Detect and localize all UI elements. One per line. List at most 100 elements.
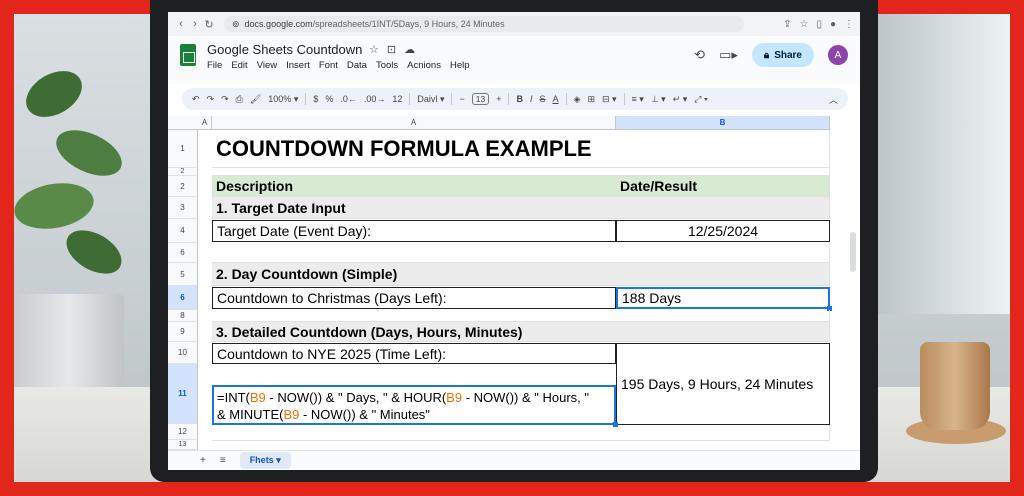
column-header-b[interactable]: B [616, 116, 830, 130]
increase-decimal-icon[interactable]: .00→ [364, 94, 386, 104]
font-size-label[interactable]: 12 [392, 94, 402, 104]
menu-format[interactable]: Font [319, 60, 338, 71]
paint-format-icon[interactable]: 🖌︎ [250, 94, 261, 105]
sheet-tab-label: Fhets [249, 455, 274, 465]
row-header[interactable]: 8 [168, 310, 198, 322]
redo-alt-icon[interactable]: ↷ [221, 94, 229, 105]
row-header[interactable]: 6 [168, 243, 198, 263]
currency-format-button[interactable]: $ [313, 94, 318, 104]
menu-help[interactable]: Help [450, 60, 470, 71]
row-header[interactable]: 3 [168, 197, 198, 219]
row-header[interactable]: 11 [168, 364, 198, 424]
menu-data[interactable]: Data [347, 60, 367, 71]
toolbar-divider [508, 93, 510, 105]
document-title[interactable]: Google Sheets Countdown [207, 42, 362, 57]
profile-icon[interactable]: ● [830, 19, 836, 30]
empty-cell[interactable] [212, 243, 830, 263]
add-sheet-button[interactable]: + [200, 455, 206, 466]
redo-icon[interactable]: ↷ [207, 94, 215, 105]
header-date-result[interactable]: Date/Result [616, 176, 830, 197]
target-date-value[interactable]: 12/25/2024 [616, 220, 830, 242]
vertical-scrollbar[interactable] [850, 232, 856, 272]
increase-font-icon[interactable]: + [496, 94, 501, 104]
history-icon[interactable]: ⟲ [694, 47, 705, 63]
font-size-input[interactable]: 13 [471, 93, 490, 105]
menu-extensions[interactable]: Acnions [407, 60, 441, 71]
plant-leaf [49, 120, 129, 186]
section-target-date[interactable]: 1. Target Date Input [212, 197, 830, 219]
empty-cell[interactable] [212, 425, 830, 441]
text-rotate-icon[interactable]: ⤢ ▾ [694, 94, 707, 105]
row-header[interactable]: 9 [168, 322, 198, 342]
target-date-label[interactable]: Target Date (Event Day): [212, 220, 616, 242]
sheets-logo-icon[interactable] [180, 44, 196, 66]
menu-edit[interactable]: Edit [231, 60, 247, 71]
address-bar[interactable]: ⊚ docs.google.com/spreadsheets/1INT/5Day… [224, 16, 744, 32]
menu-file[interactable]: File [207, 60, 222, 71]
plant-leaf [59, 221, 129, 283]
row-header[interactable]: 6 [168, 286, 198, 310]
row-header[interactable]: 12 [168, 424, 198, 440]
spacer-cell[interactable] [212, 168, 830, 176]
row-header[interactable]: 10 [168, 342, 198, 364]
menu-tools[interactable]: Tools [376, 60, 398, 71]
menu-view[interactable]: View [257, 60, 277, 71]
font-select[interactable]: Daivl ▾ [417, 94, 444, 105]
cloud-status-icon[interactable]: ☁ [404, 43, 415, 56]
toolbar-divider [565, 93, 567, 105]
header-description[interactable]: Description [212, 176, 616, 197]
browser-menu-icon[interactable]: ⋮ [844, 19, 854, 30]
move-folder-icon[interactable]: ⊡ [387, 43, 396, 56]
decrease-decimal-icon[interactable]: .0← [340, 94, 357, 104]
borders-icon[interactable]: ⊞ [587, 94, 595, 105]
column-header-a[interactable]: A [212, 116, 616, 130]
star-icon[interactable]: ☆ [369, 43, 379, 56]
all-sheets-button[interactable]: ≡ [220, 455, 226, 466]
italic-icon[interactable]: I [530, 94, 533, 104]
row-header[interactable]: 5 [168, 263, 198, 286]
meet-video-icon[interactable]: ▭▸ [719, 47, 738, 63]
formula-cell[interactable]: =INT(B9 - NOW()) & " Days, " & HOUR(B9 -… [212, 385, 616, 425]
reload-icon[interactable]: ↻ [202, 18, 216, 31]
row-header[interactable]: 4 [168, 219, 198, 243]
strikethrough-icon[interactable]: S [539, 94, 545, 104]
collapse-toolbar-icon[interactable]: ︿ [829, 93, 838, 106]
decrease-font-icon[interactable]: − [459, 94, 464, 104]
column-header-a-small[interactable]: A [198, 116, 212, 130]
row-header[interactable]: 1 [168, 130, 198, 168]
text-wrap-icon[interactable]: ↵ ▾ [673, 94, 688, 105]
horizontal-align-icon[interactable]: ≡ ▾ [632, 94, 644, 105]
sheet-tab-active[interactable]: Fhets ▾ [239, 452, 291, 469]
avatar[interactable]: A [828, 45, 848, 65]
detailed-countdown-label[interactable]: Countdown to NYE 2025 (Time Left): [212, 343, 616, 364]
bold-icon[interactable]: B [516, 94, 523, 104]
percent-format-button[interactable]: % [325, 94, 333, 104]
empty-cell[interactable] [212, 310, 830, 322]
forward-icon[interactable]: › [188, 18, 202, 30]
row-header[interactable]: 2 [168, 168, 198, 176]
back-icon[interactable]: ‹ [174, 18, 188, 30]
zoom-select[interactable]: 100% ▾ [268, 94, 298, 105]
row-header[interactable]: 2 [168, 176, 198, 197]
toolbar-divider [305, 93, 307, 105]
share-page-icon[interactable]: ⇪ [783, 19, 791, 30]
share-button[interactable]: 🔒︎ Share [751, 43, 814, 67]
toolbar-divider [409, 93, 411, 105]
vertical-align-icon[interactable]: ⊥ ▾ [651, 94, 666, 105]
menu-insert[interactable]: Insert [286, 60, 310, 71]
sidebar-icon[interactable]: ▯ [816, 19, 822, 30]
simple-countdown-value[interactable]: 188 Days [616, 287, 830, 309]
section-day-countdown[interactable]: 2. Day Countdown (Simple) [212, 263, 830, 286]
title-cell[interactable]: COUNTDOWN FORMULA EXAMPLE [212, 130, 830, 168]
detailed-countdown-value[interactable]: 195 Days, 9 Hours, 24 Minutes [616, 343, 830, 425]
site-info-icon[interactable]: ⊚ [232, 19, 240, 30]
section-detailed-countdown[interactable]: 3. Detailed Countdown (Days, Hours, Minu… [212, 322, 830, 342]
bookmark-star-icon[interactable]: ☆ [799, 19, 808, 30]
undo-icon[interactable]: ↶ [192, 94, 200, 105]
fill-color-icon[interactable]: ◈ [574, 94, 581, 105]
simple-countdown-label[interactable]: Countdown to Christmas (Days Left): [212, 287, 616, 309]
print-icon[interactable]: ⎙ [236, 94, 243, 105]
row-header[interactable]: 13 [168, 440, 198, 450]
text-color-icon[interactable]: A [553, 94, 559, 104]
merge-cells-icon[interactable]: ⊟ ▾ [602, 94, 617, 105]
